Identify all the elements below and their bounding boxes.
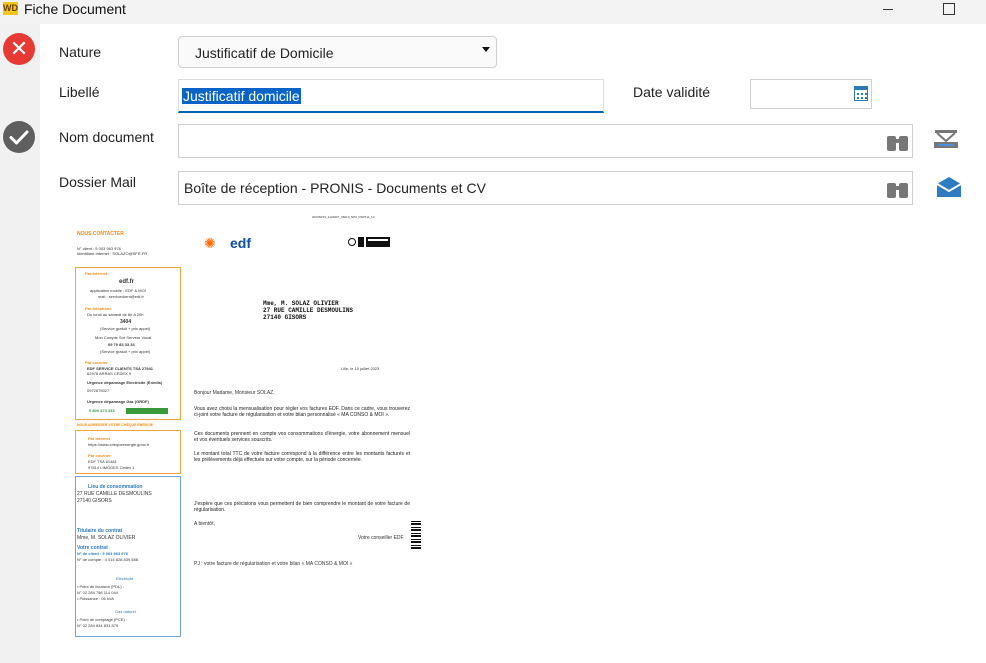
pdl-number: N° 02 284 798 114 044 [77, 590, 118, 595]
minimize-button[interactable] [866, 0, 910, 18]
scanner-icon[interactable] [932, 128, 960, 152]
voice-note: (Service gratuit + prix appel) [100, 349, 151, 354]
paragraph-3: Le montant total TTC de votre facture co… [194, 451, 410, 463]
pdl-label: • Point de livraison (PDL) : [77, 584, 124, 589]
window-title: Fiche Document [24, 1, 126, 17]
lieu-title: Lieu de consommation [88, 484, 143, 490]
nom-document-label: Nom document [59, 129, 154, 145]
lieu-address1: 27 RUE CAMILLE DESMOULINS [77, 491, 152, 497]
mail-heading: Par courrier [85, 360, 108, 365]
libelle-value: Justificatif domicile [182, 88, 301, 104]
cheque-site: https://www.chequeenergie.gouv.fr [88, 442, 150, 447]
nature-dropdown[interactable]: Justificatif de Domicile [178, 36, 497, 68]
title-bar: WD Fiche Document [0, 0, 986, 24]
close-icon[interactable]: ✕ [3, 33, 35, 65]
titulaire-name: Mme, M. SOLAZ OLIVIER [77, 535, 136, 541]
paragraph-1: Vous avez choisi la mensualisation pour … [194, 406, 410, 418]
barcode-icon [411, 519, 421, 549]
chevron-down-icon [482, 47, 490, 52]
postage-stamp-icon [348, 237, 390, 247]
phone-note: (Service gratuit + prix appel) [100, 326, 151, 331]
address-line: 27140 GISORS [263, 314, 307, 321]
voice-account: Mon Compte Sur Serveur Vocal [95, 335, 152, 340]
nature-selected-value: Justificatif de Domicile [195, 45, 334, 61]
lieu-address2: 27140 GISORS [77, 498, 112, 504]
maximize-button[interactable] [926, 0, 970, 18]
app-line: application mobile : EDF & MOI [90, 288, 146, 293]
binoculars-icon[interactable] [887, 179, 909, 198]
puissance: • Puissance : 06 kVA [77, 596, 114, 601]
signature: Votre conseiller EDF [358, 535, 404, 541]
electricite-heading: Electricité [116, 576, 134, 581]
address-line: Mme, M. SOLAZ OLIVIER [263, 300, 339, 307]
dossier-mail-label: Dossier Mail [59, 174, 137, 190]
edf-logo-icon: ✺ [204, 235, 216, 251]
contrat-client: N° de client : 5 003 963 976 [77, 551, 128, 556]
cheque-internet: Par Internet [88, 436, 111, 441]
edf-brand: edf [230, 235, 251, 251]
calendar-icon[interactable] [854, 86, 868, 101]
letter-date: Lille, le 10 juillet 2023 [341, 366, 380, 371]
phone-heading: Par téléphone [85, 306, 112, 311]
date-validite-input[interactable] [750, 79, 872, 109]
check-icon[interactable] [3, 121, 35, 153]
gaz-heading: Gaz naturel [115, 609, 136, 614]
dossier-mail-input[interactable]: Boîte de réception - PRONIS - Documents … [178, 171, 913, 205]
recipient-address: Mme, M. SOLAZ OLIVIER 27 RUE CAMILLE DES… [263, 300, 353, 321]
address-line: 27 RUE CAMILLE DESMOULINS [263, 307, 354, 314]
cheque-address1: EDF TSA 61481 [88, 459, 117, 464]
urgence-gaz-number: 0 800 473 333 [89, 408, 115, 413]
free-call-badge [126, 408, 168, 414]
pce-label: • Point de comptage (PCE) : [77, 617, 128, 622]
internet-id: Identifiant Internet : SOLAZO@SFR.FR [77, 251, 148, 256]
titulaire-title: Titulaire du contrat [77, 528, 123, 534]
voice-number: 09 70 83 33 33 [108, 342, 135, 347]
nom-document-input[interactable] [178, 124, 913, 158]
nature-label: Nature [59, 44, 102, 60]
paragraph-2: Ces documents prennent en compte vos con… [194, 431, 410, 443]
pce-number: N° 02 284 834 831 879 [77, 623, 119, 628]
action-rail [0, 24, 40, 663]
binoculars-icon[interactable] [887, 132, 909, 151]
phone-hours: Du lundi au samedi de 8h à 20h [87, 312, 144, 317]
date-validite-label: Date validité [633, 84, 711, 100]
mail-icon[interactable] [935, 175, 963, 199]
doc-reference: 2023SP16_2122907_06010_NP0_PART11_10 [312, 215, 375, 219]
contrat-compte: N° de compte : 4 014 828 839 588 [77, 557, 138, 562]
cheque-title: NOUS ADRESSER VOTRE CHÈQUE ÉNERGIE [77, 423, 154, 427]
app-logo-icon: WD [3, 2, 18, 15]
site-name: edf.fr [119, 279, 134, 285]
urgence-elec-number: 0972675027 [87, 388, 110, 393]
service-city: 62978 ARRAS CEDEX 9 [87, 371, 132, 376]
libelle-label: Libellé [59, 84, 100, 100]
cheque-address2: 97814 LIMOGES Cedex 1 [88, 465, 135, 470]
paragraph-4: J'espère que ces précisions vous permett… [194, 501, 410, 513]
urgence-gaz: Urgence dépannage Gaz (GRDF) [87, 399, 149, 404]
document-preview: 2023SP16_2122907_06010_NP0_PART11_10 NOU… [60, 208, 430, 643]
greeting: Bonjour Madame, Monsieur SOLAZ, [194, 390, 275, 396]
attachments-line: PJ : votre facture de régularisation et … [194, 561, 353, 567]
mail-line: mail : serviceclient@edf.fr [98, 294, 144, 299]
phone-number: 3404 [120, 319, 132, 325]
dossier-mail-value: Boîte de réception - PRONIS - Documents … [184, 180, 486, 196]
urgence-elec: Urgence dépannage Electricité (Enedis) [87, 380, 163, 385]
contact-title: NOUS CONTACTER [77, 231, 124, 237]
signoff: A bientôt, [194, 521, 215, 527]
internet-heading: Par Internet [85, 271, 108, 276]
libelle-input[interactable]: Justificatif domicile [178, 79, 604, 113]
cheque-courrier: Par courrier [88, 453, 111, 458]
